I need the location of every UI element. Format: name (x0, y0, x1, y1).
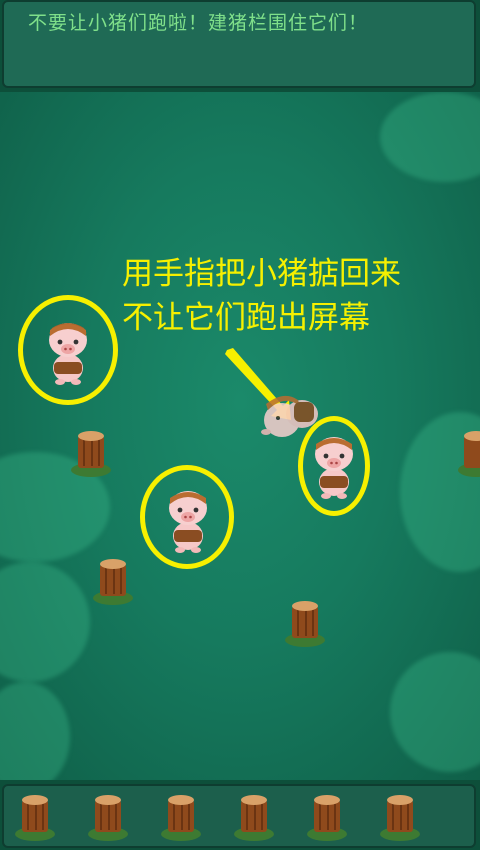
tray-stump-icon[interactable] (160, 792, 202, 842)
pig-sprite[interactable] (40, 316, 96, 388)
tray-stump-icon[interactable] (306, 792, 348, 842)
foliage-decoration (380, 92, 480, 182)
tray-stump-icon[interactable] (379, 792, 421, 842)
dragged-pig-sprite[interactable] (254, 388, 324, 448)
foliage-decoration (0, 562, 90, 682)
tree-stump-icon[interactable] (70, 428, 112, 478)
tree-stump-icon[interactable] (284, 598, 326, 648)
foliage-decoration (390, 652, 480, 772)
tree-stump-icon[interactable] (456, 428, 480, 478)
tray-stump-icon[interactable] (14, 792, 56, 842)
tray-stump-icon[interactable] (233, 792, 275, 842)
callout-line-1: 用手指把小猪掂回来 (122, 256, 401, 292)
tree-stump-icon[interactable] (92, 556, 134, 606)
foliage-decoration (0, 682, 70, 780)
instruction-text: 不要让小猪们跑啦！建猪栏围住它们！ (28, 12, 369, 34)
pig-sprite[interactable] (160, 484, 216, 556)
callout-line-2: 不让它们跑出屏幕 (122, 300, 370, 336)
tutorial-callout: 用手指把小猪掂回来 不让它们跑出屏幕 (122, 252, 401, 340)
instruction-panel: 不要让小猪们跑啦！建猪栏围住它们！ (2, 0, 476, 88)
tray-stump-icon[interactable] (87, 792, 129, 842)
